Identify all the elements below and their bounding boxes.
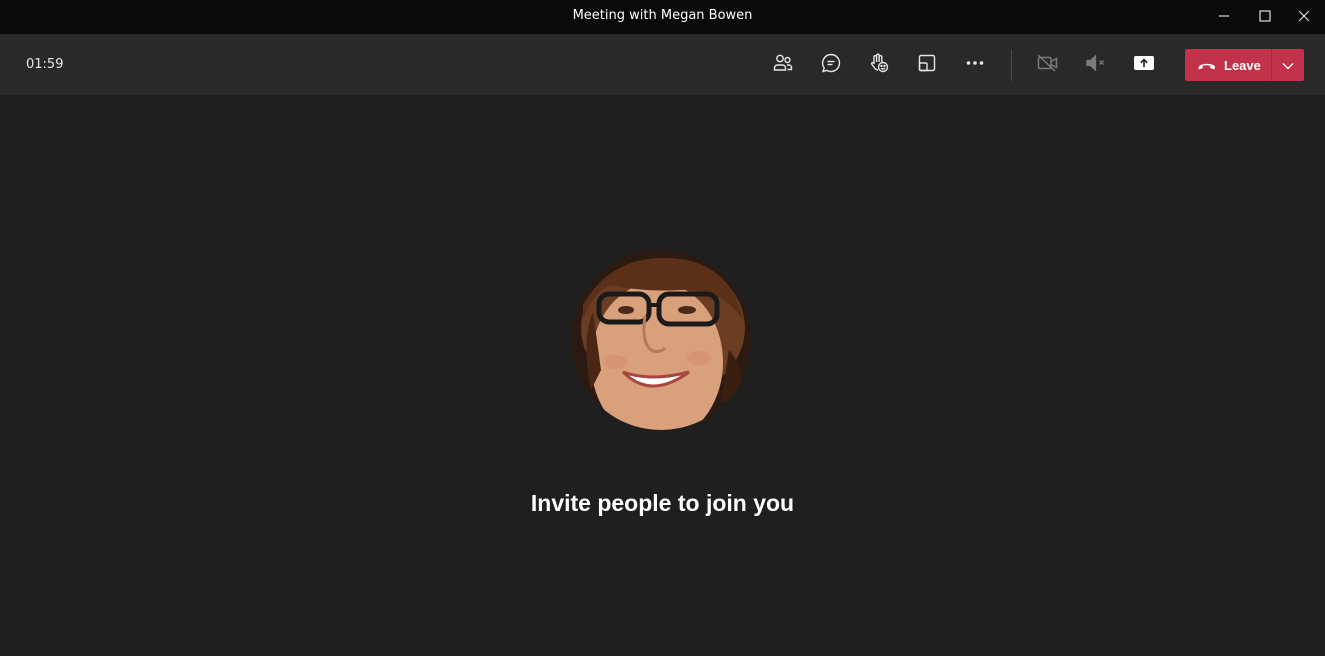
- window-title: Meeting with Megan Bowen: [572, 8, 753, 23]
- participant-avatar: [571, 250, 751, 430]
- raise-hand-icon: [868, 52, 890, 78]
- invite-message: Invite people to join you: [530, 490, 795, 516]
- rooms-button[interactable]: [910, 48, 944, 82]
- leave-options-button[interactable]: [1272, 49, 1304, 81]
- show-conversation-button[interactable]: [814, 48, 848, 82]
- leave-button-group: Leave: [1185, 49, 1304, 81]
- hang-up-icon: [1198, 60, 1216, 70]
- meeting-toolbar: 01:59 Leave: [0, 34, 1325, 95]
- more-icon: [964, 52, 986, 78]
- speaker-toggle-button[interactable]: [1079, 48, 1113, 82]
- share-content-button[interactable]: [1127, 48, 1161, 82]
- title-bar: Meeting with Megan Bowen: [0, 0, 1325, 34]
- camera-off-icon: [1036, 52, 1060, 78]
- leave-button[interactable]: Leave: [1185, 49, 1271, 81]
- minimize-button[interactable]: [1204, 0, 1244, 32]
- mic-muted-icon: [1084, 52, 1108, 78]
- reactions-button[interactable]: [862, 48, 896, 82]
- meeting-stage: Invite people to join you: [0, 95, 1325, 656]
- people-icon: [772, 52, 794, 78]
- meeting-timer: 01:59: [26, 57, 64, 72]
- leave-label: Leave: [1224, 57, 1261, 73]
- rooms-icon: [916, 52, 938, 78]
- toolbar-divider: [1011, 50, 1012, 81]
- chevron-down-icon: [1281, 56, 1295, 75]
- show-participants-button[interactable]: [766, 48, 800, 82]
- close-button[interactable]: [1284, 0, 1324, 32]
- maximize-button[interactable]: [1245, 0, 1285, 32]
- camera-toggle-button[interactable]: [1031, 48, 1065, 82]
- more-actions-button[interactable]: [958, 48, 992, 82]
- share-icon: [1132, 52, 1156, 78]
- chat-icon: [820, 52, 842, 78]
